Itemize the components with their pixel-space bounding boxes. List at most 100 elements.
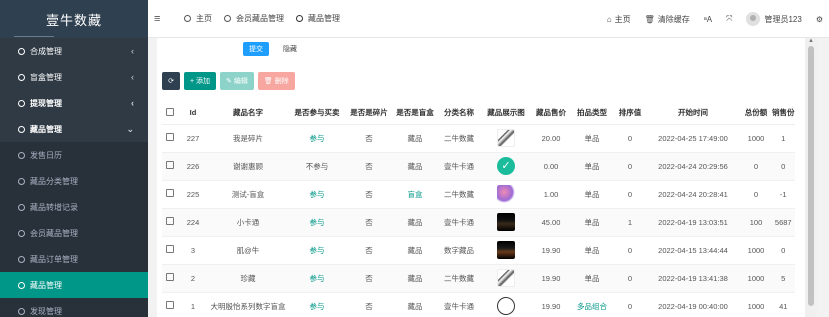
- select-all-checkbox[interactable]: [162, 102, 178, 125]
- cell-id: 224: [178, 208, 208, 237]
- cell-image: [480, 236, 532, 265]
- cell-total: 1000: [740, 236, 772, 265]
- row-checkbox[interactable]: [162, 236, 178, 265]
- tab-collection-manage[interactable]: 藏品管理: [296, 13, 340, 24]
- cell-id: 3: [178, 236, 208, 265]
- collection-thumbnail[interactable]: ✓: [497, 157, 515, 175]
- sidebar-subitem-transfer[interactable]: 藏品转增记录: [0, 194, 148, 220]
- table-row[interactable]: 2 珍藏 参与否藏品 二牛数藏 19.90 单品 0 2022-04-19 13:41:38 1…: [162, 264, 795, 293]
- cell-name: 谢谢惠顾: [208, 152, 288, 181]
- sidebar-item-collection[interactable]: 藏品管理 ⌄: [0, 116, 148, 142]
- sidebar-subitem-calendar[interactable]: 发售日历: [0, 142, 148, 168]
- content-area: 提交 隐藏 ⟳ + 添加 ✎ 编辑 🗑 删除 Id 藏品名字 是否参与买卖 是否…: [148, 38, 829, 317]
- chevron-left-icon: ‹: [131, 98, 134, 108]
- sidebar-item-withdraw[interactable]: 提现管理 ‹: [0, 90, 148, 116]
- sidebar-subitem-member-collection[interactable]: 会员藏品管理: [0, 220, 148, 246]
- sidebar-subitem-category[interactable]: 藏品分类管理: [0, 168, 148, 194]
- chevron-left-icon: ‹: [131, 72, 134, 82]
- cell-fragment: 否: [346, 236, 392, 265]
- cell-name: 我是碎片: [208, 124, 288, 153]
- column-header[interactable]: 藏品展示图: [480, 102, 532, 125]
- column-header[interactable]: Id: [178, 102, 208, 125]
- sidebar-item-blindbox[interactable]: 盲盒管理 ‹: [0, 64, 148, 90]
- column-header[interactable]: 开始时间: [646, 102, 740, 125]
- cell-type: 单品: [570, 152, 614, 181]
- refresh-button[interactable]: ⟳: [162, 72, 180, 90]
- collection-thumbnail[interactable]: [497, 213, 515, 231]
- settings-button[interactable]: ⚙: [816, 15, 823, 24]
- translate-button[interactable]: ᵃA: [704, 15, 712, 24]
- table-row[interactable]: 226 谢谢惠顾 不参与否藏品 壹牛卡通 ✓ 0.00 单品 0 2022-04-24 20:2…: [162, 152, 795, 181]
- column-header[interactable]: 销售份: [772, 102, 795, 125]
- cell-image: [480, 180, 532, 209]
- collection-thumbnail[interactable]: [497, 297, 515, 315]
- chevron-down-icon: ⌄: [126, 123, 134, 134]
- row-checkbox[interactable]: [162, 264, 178, 293]
- row-checkbox[interactable]: [162, 208, 178, 237]
- column-header[interactable]: 是否参与买卖: [288, 102, 346, 125]
- fullscreen-button[interactable]: ⤧: [726, 14, 732, 24]
- collection-thumbnail[interactable]: [497, 269, 515, 287]
- column-header[interactable]: 是否是碎片: [346, 102, 392, 125]
- tab-member-collection[interactable]: 会员藏品管理: [224, 13, 284, 24]
- cell-name: 小卡通: [208, 208, 288, 237]
- cell-start-time: 2022-04-24 20:29:56: [646, 152, 740, 181]
- column-header[interactable]: 分类名称: [438, 102, 480, 125]
- submit-tab-button[interactable]: 提交: [243, 42, 269, 56]
- gear-icon: ⚙: [815, 14, 823, 24]
- sidebar-menu: 合成管理 ‹ 盲盒管理 ‹ 提现管理 ‹ 藏品管理 ⌄ 发售日历 藏品分类管理 藏品转增…: [0, 38, 148, 317]
- user-menu[interactable]: 管理员123: [746, 12, 802, 26]
- hidden-tab-button[interactable]: 隐藏: [277, 42, 303, 56]
- table-row[interactable]: 3 肌@牛 参与否藏品 数字藏品 19.90 单品 0 2022-04-15 13:44:44…: [162, 236, 795, 265]
- tab-home[interactable]: 主页: [184, 13, 212, 24]
- cell-price: 20.00: [532, 124, 570, 153]
- row-checkbox[interactable]: [162, 180, 178, 209]
- table-row[interactable]: 225 测试-盲盒 参与否盲盒 二牛数藏 1.00 单品 0 2022-04-24 20:28…: [162, 180, 795, 209]
- circle-icon: [18, 203, 25, 211]
- scroll-up-icon[interactable]: ▲: [808, 38, 814, 44]
- avatar: [746, 12, 761, 26]
- cell-image: ✓: [480, 152, 532, 181]
- column-header[interactable]: 总份额: [740, 102, 772, 125]
- cell-sort: 0: [614, 292, 646, 317]
- row-checkbox[interactable]: [162, 152, 178, 181]
- collection-table: Id 藏品名字 是否参与买卖 是否是碎片 是否是盲盒 分类名称 藏品展示图 藏品…: [162, 102, 795, 317]
- cell-image: [480, 292, 532, 317]
- table-row[interactable]: 224 小卡通 参与否藏品 壹牛卡通 45.00 单品 1 2022-04-19 13:03:…: [162, 208, 795, 237]
- table-row[interactable]: 227 我是碎片 参与否藏品 二牛数藏 20.00 单品 0 2022-04-25 17:49…: [162, 124, 795, 153]
- delete-button[interactable]: 🗑 删除: [257, 72, 295, 90]
- clear-cache-button[interactable]: 🗑 清除缓存: [645, 14, 690, 25]
- column-header[interactable]: 藏品售价: [532, 102, 570, 125]
- cell-blindbox: 藏品: [392, 292, 438, 317]
- sidebar-subitem-orders[interactable]: 藏品订单管理: [0, 246, 148, 272]
- cell-image: [480, 208, 532, 237]
- row-checkbox[interactable]: [162, 292, 178, 317]
- vertical-scrollbar[interactable]: ▲: [805, 38, 817, 317]
- sidebar-item-synthesis[interactable]: 合成管理 ‹: [0, 38, 148, 64]
- cell-total: 1000: [740, 292, 772, 317]
- edit-button[interactable]: ✎ 编辑: [220, 72, 254, 90]
- column-header[interactable]: 排序值: [614, 102, 646, 125]
- column-header[interactable]: 藏品名字: [208, 102, 288, 125]
- column-header[interactable]: 是否是盲盒: [392, 102, 438, 125]
- sidebar-subitem-discover[interactable]: 发现管理: [0, 298, 148, 317]
- main-panel: 提交 隐藏 ⟳ + 添加 ✎ 编辑 🗑 删除 Id 藏品名字 是否参与买卖 是否…: [157, 38, 817, 317]
- row-checkbox[interactable]: [162, 124, 178, 153]
- collection-thumbnail[interactable]: [497, 129, 515, 147]
- collection-thumbnail[interactable]: [497, 185, 515, 203]
- collection-thumbnail[interactable]: [497, 241, 515, 259]
- table-row[interactable]: 1 大明殷怡系列数字盲盒 参与否藏品 壹牛卡通 19.90 多品组合 0 2022-04-19…: [162, 292, 795, 317]
- cell-blindbox: 藏品: [392, 264, 438, 293]
- add-button[interactable]: + 添加: [184, 72, 217, 90]
- cell-image: [480, 124, 532, 153]
- sidebar-subitem-collection-manage[interactable]: 藏品管理: [0, 272, 148, 298]
- cell-trade: 参与: [288, 208, 346, 237]
- circle-icon: [18, 47, 25, 55]
- circle-icon: [18, 73, 25, 81]
- menu-toggle-icon[interactable]: ≡: [154, 13, 172, 25]
- scrollbar-thumb[interactable]: [808, 46, 814, 306]
- home-link[interactable]: ⌂ 主页: [607, 14, 631, 25]
- cell-id: 2: [178, 264, 208, 293]
- column-header[interactable]: 拍品类型: [570, 102, 614, 125]
- cell-name: 珍藏: [208, 264, 288, 293]
